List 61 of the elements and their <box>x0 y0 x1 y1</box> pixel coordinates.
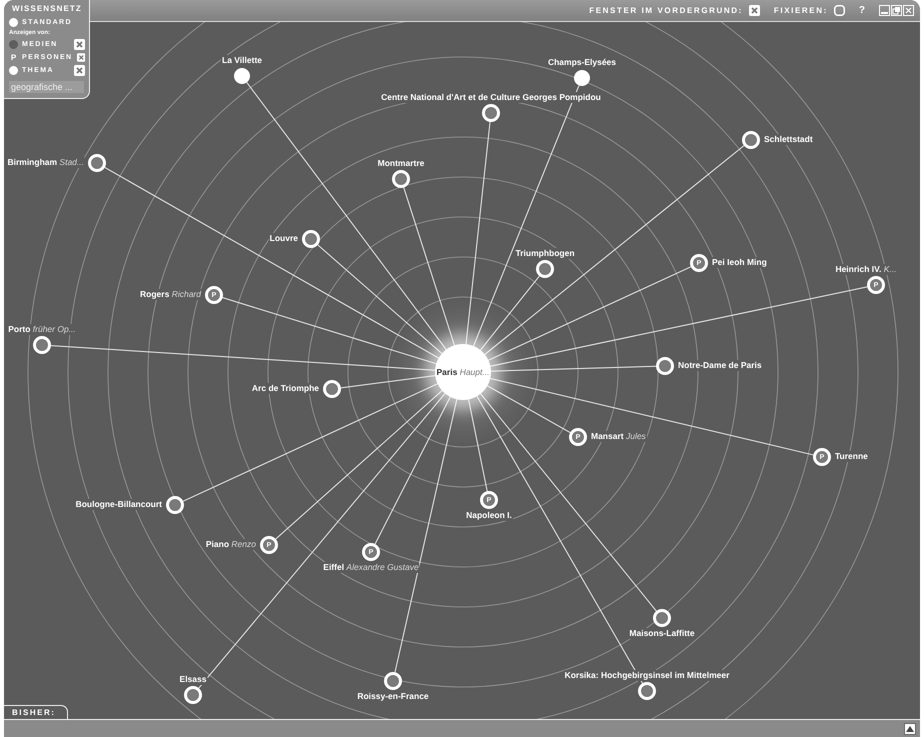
node-label[interactable]: Schlettstadt <box>763 134 814 145</box>
circle-icon <box>9 40 18 49</box>
node-label[interactable]: Piano Renzo <box>204 539 257 550</box>
window-option-label: FIXIEREN: <box>774 6 828 15</box>
circle-icon <box>9 66 18 75</box>
place-node[interactable] <box>323 380 341 398</box>
place-node[interactable] <box>88 154 106 172</box>
node-label[interactable]: Elsass <box>178 674 208 685</box>
node-label[interactable]: Korsika: Hochgebirgsinsel im Mittelmeer <box>564 670 730 681</box>
history-tab[interactable]: BISHER: <box>4 705 68 719</box>
place-node[interactable] <box>166 496 184 514</box>
checked-checkbox[interactable] <box>748 5 760 16</box>
node-label[interactable]: Boulogne-Billancourt <box>74 499 163 510</box>
empty-checkbox[interactable] <box>834 5 845 16</box>
scroll-up-button[interactable] <box>904 722 916 734</box>
place-node[interactable] <box>302 230 320 248</box>
center-node[interactable]: Paris Haupt... <box>435 344 491 400</box>
node-label[interactable]: Champs-Elysées <box>546 57 618 68</box>
close-icon[interactable] <box>903 5 914 16</box>
place-node[interactable] <box>184 686 202 704</box>
place-node[interactable] <box>653 609 671 627</box>
node-label[interactable]: Centre National d'Art et de Culture Georges Pompidou <box>380 92 602 103</box>
checked-checkbox[interactable] <box>74 39 85 50</box>
place-node[interactable] <box>742 131 760 149</box>
node-label[interactable]: Rogers Richard <box>139 289 202 300</box>
minimize-icon[interactable] <box>879 5 890 16</box>
node-label[interactable]: Birmingham Stad... <box>6 157 85 168</box>
app-title: WISSENSNETZ <box>12 4 82 13</box>
node-label[interactable]: Pei Ieoh Ming <box>711 257 768 268</box>
person-symbol: P <box>10 53 18 62</box>
place-node[interactable] <box>392 170 410 188</box>
place-node[interactable] <box>33 336 51 354</box>
checked-checkbox[interactable] <box>76 52 85 63</box>
place-node[interactable] <box>638 682 656 700</box>
node-label[interactable]: Eiffel Alexandre Gustave <box>322 562 420 573</box>
node-label[interactable]: Mansart Jules <box>590 431 647 442</box>
node-label[interactable]: Maisons-Laffitte <box>628 628 696 639</box>
window-option-label: FENSTER IM VORDERGRUND: <box>589 6 743 15</box>
circle-icon <box>9 18 18 27</box>
node-label[interactable]: Turenne <box>834 451 869 462</box>
search-field[interactable]: geografische ... <box>9 81 84 93</box>
node-label[interactable]: Porto früher Op... <box>7 324 77 335</box>
restore-icon[interactable] <box>891 5 902 16</box>
checked-checkbox[interactable] <box>74 65 85 76</box>
place-node[interactable] <box>656 357 674 375</box>
place-node[interactable] <box>384 672 402 690</box>
node-label[interactable]: Roissy-en-France <box>356 691 430 702</box>
node-label[interactable]: Notre-Dame de Paris <box>677 360 763 371</box>
node-label[interactable]: Arc de Triomphe <box>250 383 320 394</box>
node-label[interactable]: La Villette <box>221 55 263 66</box>
topic-node[interactable] <box>574 70 590 86</box>
triangle-icon <box>906 726 914 732</box>
center-label: Paris Haupt... <box>436 367 490 377</box>
node-label[interactable]: Montmartre <box>376 158 426 169</box>
node-label[interactable]: Louvre <box>268 233 299 244</box>
node-label[interactable]: Heinrich IV. K... <box>834 264 898 275</box>
node-label[interactable]: Napoleon I. <box>465 510 513 521</box>
place-node[interactable] <box>536 260 554 278</box>
topic-node[interactable] <box>234 68 250 84</box>
node-label[interactable]: Triumphbogen <box>514 248 576 259</box>
place-node[interactable] <box>482 104 500 122</box>
